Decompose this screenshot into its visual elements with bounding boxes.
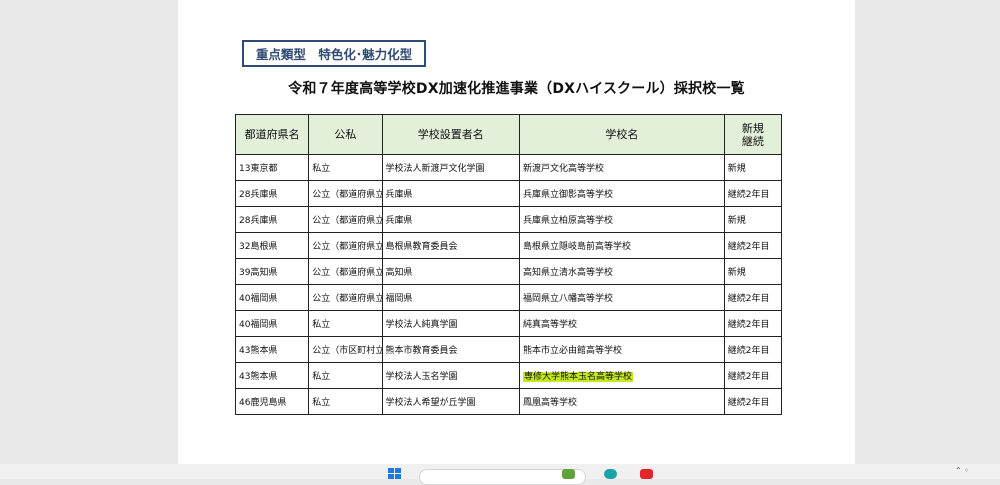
- cell-status: 新規: [723, 206, 783, 233]
- cell-status: 継続2年目: [723, 388, 783, 415]
- table-row: 46鹿児島県 私立 学校法人希望が丘学園 鳳凰高等学校 継続2年目: [234, 388, 783, 415]
- table-row: 43熊本県 公立（市区町村立） 熊本市教育委員会 熊本市立必由館高等学校 継続2…: [234, 336, 783, 363]
- cell-founder: 島根県教育委員会: [381, 232, 521, 259]
- header-prefecture: 都道府県名: [234, 114, 310, 155]
- cell-public-private: 公立（市区町村立）: [308, 336, 383, 363]
- cell-prefecture: 28兵庫県: [234, 180, 310, 207]
- table-row: 40福岡県 私立 学校法人純真学園 純真高等学校 継続2年目: [234, 310, 783, 337]
- header-school-name: 学校名: [519, 114, 725, 155]
- table-row: 32島根県 公立（都道府県立） 島根県教育委員会 島根県立隠岐島前高等学校 継続…: [234, 232, 783, 259]
- app-icon-red[interactable]: [640, 469, 653, 479]
- cell-prefecture: 39高知県: [234, 258, 310, 285]
- header-founder: 学校設置者名: [381, 114, 521, 155]
- windows-start-icon[interactable]: [388, 468, 402, 479]
- table-row: 28兵庫県 公立（都道府県立） 兵庫県 兵庫県立御影高等学校 継続2年目: [234, 180, 783, 207]
- cell-prefecture: 28兵庫県: [234, 206, 310, 233]
- cell-status: 継続2年目: [723, 336, 783, 363]
- cell-founder: 学校法人希望が丘学園: [381, 388, 521, 415]
- cell-founder: 兵庫県: [381, 206, 521, 233]
- cell-school-name: 鳳凰高等学校: [519, 388, 725, 415]
- cell-founder: 学校法人新渡戸文化学園: [381, 154, 521, 181]
- cell-school-name: 高知県立清水高等学校: [519, 258, 725, 285]
- cell-prefecture: 43熊本県: [234, 336, 310, 363]
- app-icon-green[interactable]: [562, 469, 575, 479]
- schools-table: 都道府県名 公私 学校設置者名 学校名 新規 継続 13東京都 私立 学校法人新…: [234, 114, 783, 415]
- cell-public-private: 私立: [308, 310, 383, 337]
- cell-founder: 学校法人玉名学園: [381, 362, 521, 389]
- cell-public-private: 公立（都道府県立）: [308, 258, 383, 285]
- cell-status: 継続2年目: [723, 284, 783, 311]
- cell-prefecture: 43熊本県: [234, 362, 310, 389]
- table-row-highlighted: 43熊本県 私立 学校法人玉名学園 専修大学熊本玉名高等学校 継続2年目: [234, 362, 783, 389]
- table-row: 28兵庫県 公立（都道府県立） 兵庫県 兵庫県立柏原高等学校 新規: [234, 206, 783, 233]
- cell-public-private: 私立: [308, 362, 383, 389]
- cell-public-private: 公立（都道府県立）: [308, 284, 383, 311]
- cell-prefecture: 13東京都: [234, 154, 310, 181]
- cell-public-private: 私立: [308, 154, 383, 181]
- cell-prefecture: 40福岡県: [234, 310, 310, 337]
- cell-prefecture: 40福岡県: [234, 284, 310, 311]
- cell-status: 継続2年目: [723, 310, 783, 337]
- document-page: 重点類型 特色化･魅力化型 令和７年度高等学校DX加速化推進事業（DXハイスクー…: [178, 0, 855, 464]
- cell-status: 継続2年目: [723, 232, 783, 259]
- cell-school-name: 兵庫県立御影高等学校: [519, 180, 725, 207]
- cell-school-name: 新渡戸文化高等学校: [519, 154, 725, 181]
- cell-public-private: 私立: [308, 388, 383, 415]
- table-row: 39高知県 公立（都道府県立） 高知県 高知県立清水高等学校 新規: [234, 258, 783, 285]
- cell-prefecture: 32島根県: [234, 232, 310, 259]
- document-title: 令和７年度高等学校DX加速化推進事業（DXハイスクール）採択校一覧: [288, 81, 745, 97]
- cell-school-name: 純真高等学校: [519, 310, 725, 337]
- cell-status: 新規: [723, 258, 783, 285]
- cell-public-private: 公立（都道府県立）: [308, 180, 383, 207]
- cell-public-private: 公立（都道府県立）: [308, 232, 383, 259]
- cell-school-name: 福岡県立八幡高等学校: [519, 284, 725, 311]
- cell-status: 新規: [723, 154, 783, 181]
- table-row: 40福岡県 公立（都道府県立） 福岡県 福岡県立八幡高等学校 継続2年目: [234, 284, 783, 311]
- cell-prefecture: 46鹿児島県: [234, 388, 310, 415]
- cell-status: 継続2年目: [723, 180, 783, 207]
- cell-public-private: 公立（都道府県立）: [308, 206, 383, 233]
- cell-school-name: 島根県立隠岐島前高等学校: [519, 232, 725, 259]
- header-public-private: 公私: [308, 114, 383, 155]
- system-tray-icon[interactable]: ⌃ ◦: [955, 466, 969, 475]
- cell-founder: 福岡県: [381, 284, 521, 311]
- cell-school-name: 熊本市立必由館高等学校: [519, 336, 725, 363]
- cell-founder: 熊本市教育委員会: [381, 336, 521, 363]
- header-new-continuing: 新規 継続: [723, 114, 783, 155]
- taskbar-search-box[interactable]: [419, 469, 586, 485]
- cell-school-name: 兵庫県立柏原高等学校: [519, 206, 725, 233]
- cell-founder: 高知県: [381, 258, 521, 285]
- app-icon-teal[interactable]: [604, 469, 617, 479]
- cell-founder: 学校法人純真学園: [381, 310, 521, 337]
- cell-founder: 兵庫県: [381, 180, 521, 207]
- table-row: 13東京都 私立 学校法人新渡戸文化学園 新渡戸文化高等学校 新規: [234, 154, 783, 181]
- category-label: 重点類型 特色化･魅力化型: [242, 40, 426, 67]
- highlighted-school-name: 専修大学熊本玉名高等学校: [523, 372, 634, 382]
- table-header-row: 都道府県名 公私 学校設置者名 学校名 新規 継続: [234, 114, 783, 155]
- cell-school-name: 専修大学熊本玉名高等学校: [519, 362, 725, 389]
- cell-status: 継続2年目: [723, 362, 783, 389]
